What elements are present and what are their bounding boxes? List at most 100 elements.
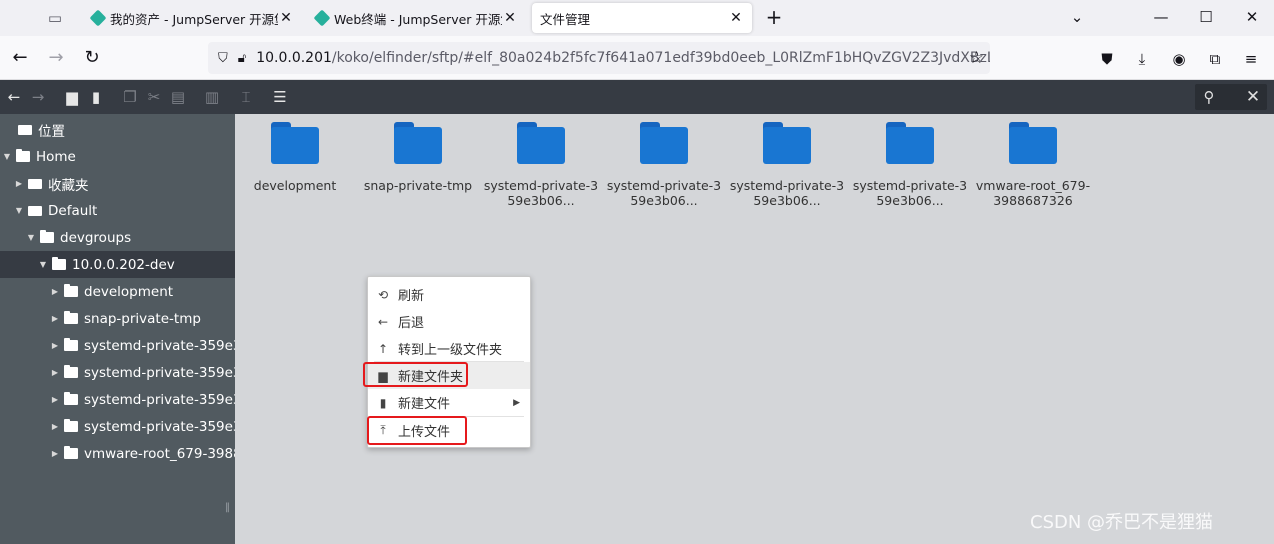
- tab-my-assets[interactable]: 我的资产 - JumpServer 开源堡 ✕: [84, 3, 302, 33]
- file-name: systemd-private-359e3b06...: [483, 178, 599, 208]
- view-list-icon[interactable]: ☰: [271, 88, 289, 106]
- chevron-down-icon[interactable]: ▼: [26, 233, 36, 242]
- forward-icon[interactable]: →: [29, 88, 47, 106]
- insecure-lock-icon[interactable]: 🔓︎: [238, 51, 246, 66]
- copy-icon[interactable]: ❐: [121, 88, 139, 106]
- chevron-right-icon[interactable]: ▶: [50, 368, 60, 377]
- sidebar-item-systemd-private[interactable]: ▶ systemd-private-359e3b06: [0, 386, 235, 413]
- chevron-down-icon[interactable]: ▼: [14, 206, 24, 215]
- file-item-folder[interactable]: snap-private-tmp: [359, 118, 477, 218]
- jumpserver-favicon-icon: [313, 9, 331, 27]
- tab-close-icon[interactable]: ✕: [278, 10, 294, 26]
- account-icon[interactable]: ◉: [1168, 48, 1190, 70]
- jumpserver-favicon-icon: [89, 9, 107, 27]
- minimize-icon[interactable]: —: [1146, 6, 1176, 30]
- sidebar-item-label: systemd-private-359e3b06: [84, 418, 235, 435]
- chevron-right-icon[interactable]: ▶: [50, 395, 60, 404]
- file-item-folder[interactable]: development: [236, 118, 354, 218]
- bookmark-star-icon[interactable]: ☆: [969, 48, 984, 68]
- sidebar-item-devgroups[interactable]: ▼ devgroups: [0, 224, 235, 251]
- folder-icon: [16, 149, 30, 162]
- menu-item-go-up[interactable]: ↑ 转到上一级文件夹: [368, 335, 530, 362]
- folder-icon: [1009, 122, 1057, 164]
- sidebar-resize-handle[interactable]: ‖: [225, 501, 231, 515]
- new-file-icon: ▮: [379, 395, 387, 410]
- search-icon[interactable]: ⚲: [1199, 87, 1219, 107]
- sidebar-item-label: systemd-private-359e3b06: [84, 337, 235, 354]
- chevron-right-icon[interactable]: ▶: [14, 179, 24, 188]
- extensions-icon[interactable]: ⧉: [1204, 48, 1226, 70]
- folder-icon: [64, 311, 78, 324]
- chevron-down-icon[interactable]: ▼: [2, 152, 12, 161]
- chevron-right-icon[interactable]: ▶: [50, 287, 60, 296]
- file-item-folder[interactable]: systemd-private-359e3b06...: [482, 118, 600, 218]
- folder-icon: [64, 419, 78, 432]
- file-name: systemd-private-359e3b06...: [729, 178, 845, 208]
- file-name: systemd-private-359e3b06...: [606, 178, 722, 208]
- shield-icon: ⛉: [218, 50, 228, 66]
- url-path: /koko/elfinder/sftp/#elf_80a024b2f5fc7f6…: [331, 50, 990, 66]
- reload-icon[interactable]: ↻: [80, 46, 104, 70]
- file-item-folder[interactable]: systemd-private-359e3b06...: [851, 118, 969, 218]
- search-box[interactable]: ⚲ ✕: [1195, 84, 1267, 110]
- pocket-icon[interactable]: ⛊: [1096, 48, 1118, 70]
- chevron-right-icon[interactable]: ▶: [50, 314, 60, 323]
- file-item-folder[interactable]: systemd-private-359e3b06...: [605, 118, 723, 218]
- sidebar-item-favorites[interactable]: ▶ 收藏夹: [0, 170, 235, 197]
- sidebar-item-10-0-0-202-dev[interactable]: ▼ 10.0.0.202-dev: [0, 251, 235, 278]
- sidebar-item-development[interactable]: ▶ development: [0, 278, 235, 305]
- forward-icon[interactable]: →: [44, 46, 68, 70]
- file-item-folder[interactable]: vmware-root_679-3988687326: [974, 118, 1092, 218]
- sidebar-item-systemd-private[interactable]: ▶ systemd-private-359e3b06: [0, 413, 235, 440]
- sidebar-item-home[interactable]: ▼ Home: [0, 143, 235, 170]
- cut-icon[interactable]: ✂: [145, 88, 163, 106]
- maximize-icon[interactable]: ☐: [1191, 6, 1221, 30]
- sidebar-item-places[interactable]: 位置: [0, 116, 235, 143]
- sidebar-item-vmware-root[interactable]: ▶ vmware-root_679-3988687326: [0, 440, 235, 467]
- close-icon[interactable]: ✕: [1243, 87, 1263, 107]
- folder-icon: [64, 365, 78, 378]
- sidebar-item-label: 位置: [38, 123, 65, 140]
- new-folder-icon[interactable]: ▆: [63, 88, 81, 106]
- sidebar-item-systemd-private[interactable]: ▶ systemd-private-359e3b06: [0, 359, 235, 386]
- tab-close-icon[interactable]: ✕: [502, 10, 518, 26]
- new-tab-button[interactable]: +: [762, 6, 786, 30]
- navigation-bar: ← → ↻ ⛉ 🔓︎ 10.0.0.201/koko/elfinder/sftp…: [0, 36, 1274, 80]
- chevron-right-icon[interactable]: ▶: [50, 449, 60, 458]
- tab-list-icon[interactable]: ▭: [40, 6, 70, 30]
- menu-item-new-file[interactable]: ▮ 新建文件 ▶: [368, 389, 530, 416]
- folder-open-icon: [52, 257, 66, 270]
- refresh-icon: ⟲: [377, 287, 389, 302]
- sidebar-item-systemd-private[interactable]: ▶ systemd-private-359e3b06: [0, 332, 235, 359]
- menu-item-back[interactable]: ← 后退: [368, 308, 530, 335]
- chevron-right-icon[interactable]: ▶: [50, 341, 60, 350]
- folder-icon: [64, 338, 78, 351]
- back-icon[interactable]: ←: [8, 46, 32, 70]
- trash-icon[interactable]: ▥: [203, 88, 221, 106]
- sidebar-item-snap-private-tmp[interactable]: ▶ snap-private-tmp: [0, 305, 235, 332]
- menu-icon[interactable]: ≡: [1240, 48, 1262, 70]
- download-icon[interactable]: ⤓: [1131, 48, 1153, 70]
- tab-close-icon[interactable]: ✕: [728, 10, 744, 26]
- folder-icon: [64, 284, 78, 297]
- tab-web-terminal[interactable]: Web终端 - JumpServer 开源堡 ✕: [308, 3, 526, 33]
- menu-item-refresh[interactable]: ⟲ 刷新: [368, 281, 530, 308]
- paste-icon[interactable]: ▤: [169, 88, 187, 106]
- rename-icon[interactable]: ⌶: [237, 88, 255, 106]
- tab-strip: ▭ 我的资产 - JumpServer 开源堡 ✕ Web终端 - JumpSe…: [0, 0, 1274, 36]
- chevron-down-icon[interactable]: ▼: [38, 260, 48, 269]
- new-file-icon[interactable]: ▮: [87, 88, 105, 106]
- chevron-right-icon[interactable]: ▶: [50, 422, 60, 431]
- places-icon: [18, 124, 32, 135]
- file-name: vmware-root_679-3988687326: [975, 178, 1091, 208]
- chevron-down-icon[interactable]: ⌄: [1062, 6, 1092, 30]
- file-item-folder[interactable]: systemd-private-359e3b06...: [728, 118, 846, 218]
- back-icon[interactable]: ←: [5, 88, 23, 106]
- tab-file-manager[interactable]: 文件管理 ✕: [532, 3, 752, 33]
- sidebar-item-default[interactable]: ▼ Default: [0, 197, 235, 224]
- window-close-icon[interactable]: ✕: [1237, 6, 1267, 30]
- url-bar[interactable]: ⛉ 🔓︎ 10.0.0.201/koko/elfinder/sftp/#elf_…: [208, 42, 990, 74]
- sidebar-item-label: 10.0.0.202-dev: [72, 256, 175, 273]
- sidebar-item-label: development: [84, 283, 174, 300]
- file-name: systemd-private-359e3b06...: [852, 178, 968, 208]
